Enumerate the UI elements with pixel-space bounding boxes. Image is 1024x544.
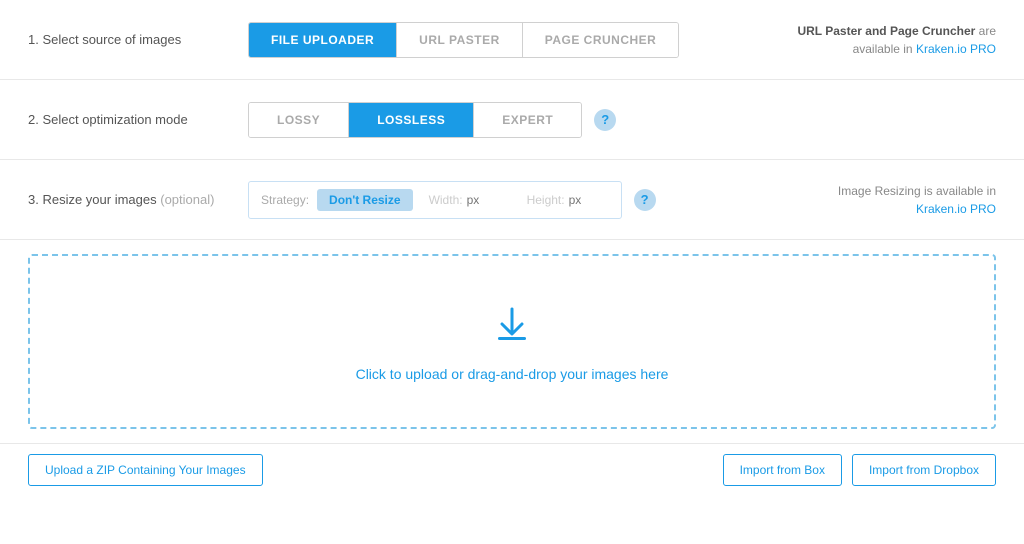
tab-lossy[interactable]: LOSSY	[249, 103, 349, 137]
resize-section: 3. Resize your images (optional) Strateg…	[0, 160, 1024, 240]
step1-label: 1. Select source of images	[28, 32, 248, 47]
step3-text: 3. Resize your images	[28, 192, 157, 207]
tab-file-uploader[interactable]: FILE UPLOADER	[249, 23, 397, 57]
resize-note-line1: Image Resizing is available in Kraken.io …	[838, 184, 996, 216]
pro-note-text: URL Paster and Page Cruncher are availab…	[797, 24, 996, 56]
pro-note-highlight: URL Paster and Page Cruncher	[797, 24, 975, 38]
step2-label: 2. Select optimization mode	[28, 112, 248, 127]
optimization-help-icon[interactable]: ?	[594, 109, 616, 131]
tab-expert[interactable]: EXPERT	[474, 103, 581, 137]
source-tabs: FILE UPLOADER URL PASTER PAGE CRUNCHER	[248, 22, 679, 58]
resize-box: Strategy: Don't Resize Width: Height:	[248, 181, 622, 219]
tab-page-cruncher[interactable]: PAGE CRUNCHER	[523, 23, 679, 57]
tab-lossless[interactable]: LOSSLESS	[349, 103, 474, 137]
dropzone[interactable]: Click to upload or drag-and-drop your im…	[28, 254, 996, 429]
height-group: Height:	[527, 193, 609, 207]
import-dropbox-button[interactable]: Import from Dropbox	[852, 454, 996, 486]
resize-help-icon[interactable]: ?	[634, 189, 656, 211]
resize-note: Image Resizing is available in Kraken.io …	[838, 182, 996, 218]
height-input[interactable]	[569, 193, 609, 207]
step3-label: 3. Resize your images (optional)	[28, 192, 248, 207]
dropzone-text: Click to upload or drag-and-drop your im…	[356, 366, 669, 382]
height-label: Height:	[527, 193, 565, 207]
pro-note: URL Paster and Page Cruncher are availab…	[796, 22, 996, 58]
optimization-section: 2. Select optimization mode LOSSY LOSSLE…	[0, 80, 1024, 160]
resize-note-link[interactable]: Kraken.io PRO	[916, 202, 996, 216]
strategy-button[interactable]: Don't Resize	[317, 189, 413, 211]
step2-text: 2. Select optimization mode	[28, 112, 188, 127]
resize-note-text: Image Resizing is available in	[838, 184, 996, 198]
dropzone-section: Click to upload or drag-and-drop your im…	[0, 240, 1024, 443]
upload-zip-button[interactable]: Upload a ZIP Containing Your Images	[28, 454, 263, 486]
tab-url-paster[interactable]: URL PASTER	[397, 23, 523, 57]
pro-note-link[interactable]: Kraken.io PRO	[916, 42, 996, 56]
bottom-right-buttons: Import from Box Import from Dropbox	[723, 454, 996, 486]
step3-optional: (optional)	[160, 192, 214, 207]
bottom-bar: Upload a ZIP Containing Your Images Impo…	[0, 443, 1024, 496]
download-icon	[488, 301, 536, 352]
strategy-label: Strategy:	[261, 193, 309, 207]
width-input[interactable]	[467, 193, 507, 207]
width-group: Width:	[429, 193, 507, 207]
source-section: 1. Select source of images FILE UPLOADER…	[0, 0, 1024, 80]
mode-tabs: LOSSY LOSSLESS EXPERT	[248, 102, 582, 138]
import-box-button[interactable]: Import from Box	[723, 454, 842, 486]
step1-text: 1. Select source of images	[28, 32, 181, 47]
width-label: Width:	[429, 193, 463, 207]
